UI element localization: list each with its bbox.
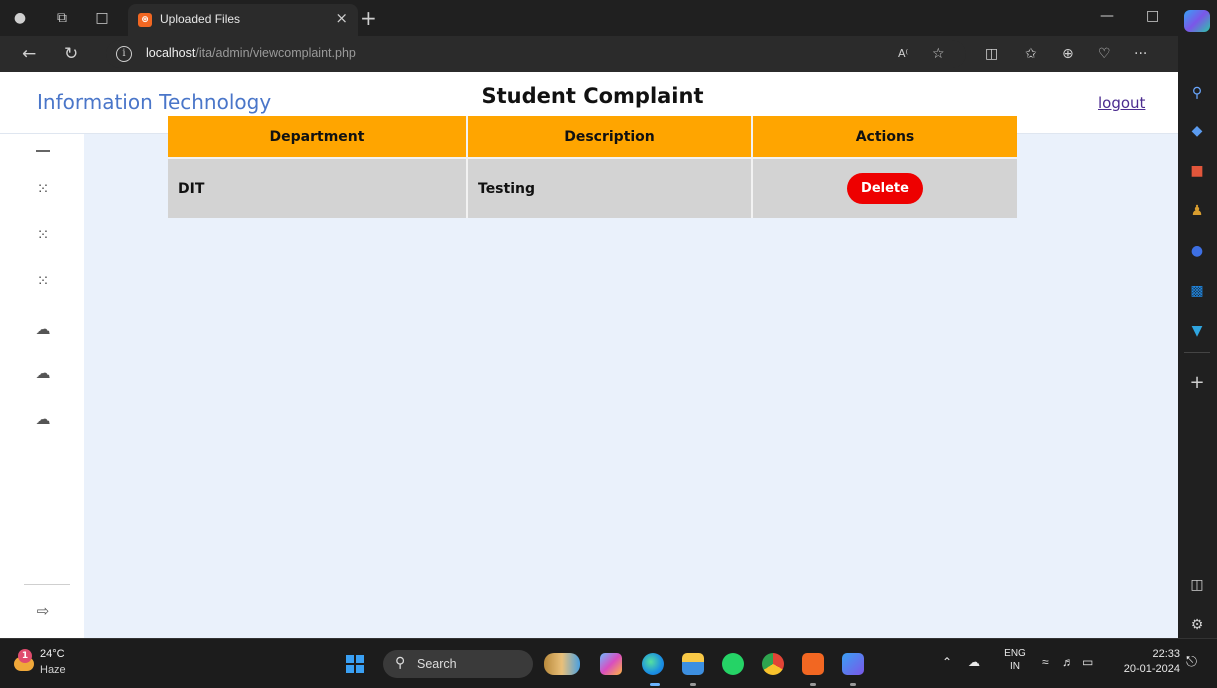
address-bar-row: ← ↻ i localhost/ita/admin/viewcomplaint.… <box>0 36 1178 72</box>
tools-icon[interactable]: ■ <box>1186 160 1208 182</box>
favorites-icon[interactable]: ✩ <box>1025 44 1037 64</box>
minimize-icon[interactable]: — <box>1100 8 1114 24</box>
weather-icon[interactable]: 1 <box>10 649 36 677</box>
system-clock[interactable]: 22:33 20-01-2024 <box>1118 647 1180 677</box>
hide-sidebar-icon[interactable]: ◫ <box>1186 574 1208 596</box>
weather-condition[interactable]: Haze <box>40 664 66 676</box>
active-app-indicator <box>650 683 660 686</box>
cell-description: Testing <box>467 158 753 218</box>
chrome-icon[interactable] <box>762 653 784 675</box>
whatsapp-icon[interactable] <box>722 653 744 675</box>
shopping-tag-icon[interactable]: ◆ <box>1186 120 1208 142</box>
outlook-icon[interactable]: ▩ <box>1186 280 1208 302</box>
notification-bell-icon[interactable]: ⎋ <box>1186 653 1197 670</box>
loading-spinner-icon[interactable]: ⁙ <box>30 268 56 294</box>
windows-start-icon[interactable] <box>346 655 364 673</box>
delete-button[interactable]: Delete <box>847 173 923 204</box>
cloud-upload-icon[interactable]: ☁ <box>30 360 56 386</box>
tab-actions-icon[interactable]: □ <box>92 8 112 28</box>
search-icon: ⚲ <box>395 655 406 671</box>
cloud-upload-icon[interactable]: ☁ <box>30 316 56 342</box>
volume-icon[interactable]: ♬ <box>1062 655 1074 669</box>
cell-department: DIT <box>168 158 468 218</box>
search-icon[interactable]: ⚲ <box>1186 82 1208 104</box>
new-tab-icon[interactable]: + <box>360 6 377 30</box>
sidenav-divider <box>24 584 70 585</box>
copilot-icon[interactable] <box>1184 10 1210 32</box>
copilot-pre-icon[interactable] <box>600 653 622 675</box>
logout-link[interactable]: logout <box>1098 94 1145 112</box>
battery-icon[interactable]: ▭ <box>1082 655 1093 669</box>
sidebar-divider <box>1184 352 1210 353</box>
search-label: Search <box>417 657 457 671</box>
profile-icon[interactable]: ● <box>10 8 30 28</box>
file-explorer-icon[interactable] <box>682 653 704 675</box>
taskbar-search[interactable]: ⚲ Search <box>383 650 533 678</box>
restore-icon[interactable]: □ <box>1146 8 1159 24</box>
app-indicator <box>690 683 696 686</box>
read-aloud-icon[interactable]: A⁽ <box>898 44 908 64</box>
microsoft365-icon[interactable]: ● <box>1186 240 1208 262</box>
sign-out-icon[interactable]: ⇨ <box>30 598 56 624</box>
collections-icon[interactable]: ⊕ <box>1062 44 1074 64</box>
side-navigation: ⁙ ⁙ ⁙ ☁ ☁ ☁ ⇨ <box>0 134 84 638</box>
complaints-table: Department Description Actions DIT Testi… <box>168 116 1017 218</box>
games-icon[interactable]: ♟ <box>1186 200 1208 222</box>
add-sidebar-app-icon[interactable]: + <box>1186 372 1208 394</box>
edge-browser-icon[interactable] <box>642 653 664 675</box>
onedrive-cloud-icon[interactable]: ☁ <box>968 655 980 669</box>
copilot-bird-icon[interactable] <box>544 653 580 675</box>
more-options-icon[interactable]: ··· <box>1134 44 1147 64</box>
split-screen-icon[interactable]: ◫ <box>985 44 998 64</box>
close-tab-icon[interactable]: × <box>335 9 348 27</box>
show-hidden-icons-icon[interactable]: ⌃ <box>942 655 952 669</box>
browser-essentials-icon[interactable]: ♡ <box>1098 44 1111 64</box>
xampp-icon[interactable] <box>802 653 824 675</box>
cell-actions: Delete <box>752 158 1017 218</box>
workspaces-icon[interactable]: ⧉ <box>52 8 72 28</box>
column-header-description: Description <box>467 116 753 159</box>
back-icon[interactable]: ← <box>22 44 36 64</box>
column-header-actions: Actions <box>752 116 1017 159</box>
language-indicator[interactable]: ENG IN <box>1002 647 1028 673</box>
table-header-row: Department Description Actions <box>168 116 1017 159</box>
app-indicator <box>850 683 856 686</box>
menu-toggle-icon[interactable] <box>36 150 50 152</box>
edge-sidebar: ⚲ ◆ ■ ♟ ● ▩ ▼ + ◫ ⚙ <box>1178 10 1217 638</box>
refresh-icon[interactable]: ↻ <box>64 44 78 64</box>
send-icon[interactable]: ▼ <box>1186 320 1208 342</box>
browser-tab-active[interactable]: ⊛ Uploaded Files × <box>128 4 358 36</box>
table-row: DIT Testing Delete <box>168 158 1017 218</box>
cloud-upload-icon[interactable]: ☁ <box>30 406 56 432</box>
xampp-favicon-icon: ⊛ <box>138 13 152 27</box>
loading-spinner-icon[interactable]: ⁙ <box>30 222 56 248</box>
weather-temperature[interactable]: 24°C <box>40 648 65 660</box>
windows-taskbar: 1 24°C Haze ⚲ Search ⌃ ☁ ENG IN ≈ ♬ ▭ 22… <box>0 638 1217 688</box>
vscode-icon[interactable] <box>842 653 864 675</box>
browser-tab-bar: ● ⧉ □ ⊛ Uploaded Files × + — □ ✕ <box>0 0 1217 36</box>
column-header-department: Department <box>168 116 468 159</box>
site-info-icon[interactable]: i <box>116 46 132 62</box>
page-title: Student Complaint <box>481 84 704 108</box>
tab-title: Uploaded Files <box>160 12 241 26</box>
url-text[interactable]: localhost/ita/admin/viewcomplaint.php <box>146 46 356 60</box>
favorite-star-icon[interactable]: ☆ <box>932 44 945 64</box>
notification-badge: 1 <box>18 649 32 663</box>
app-indicator <box>810 683 816 686</box>
settings-gear-icon[interactable]: ⚙ <box>1186 614 1208 636</box>
url-bar[interactable]: i localhost/ita/admin/viewcomplaint.php <box>106 40 966 68</box>
wifi-icon[interactable]: ≈ <box>1042 655 1049 669</box>
loading-spinner-icon[interactable]: ⁙ <box>30 176 56 202</box>
